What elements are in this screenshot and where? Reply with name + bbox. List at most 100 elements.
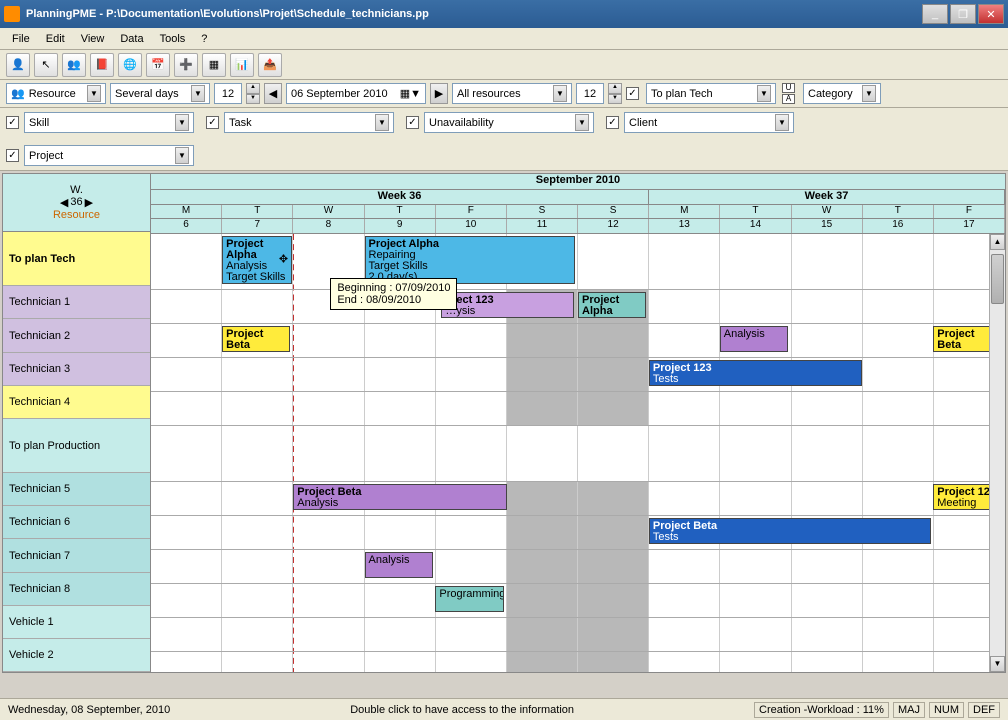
timeline-area[interactable]: September 2010 Week 36 Week 37 MTWTFSSMT… bbox=[151, 174, 1005, 672]
task-dropdown[interactable]: Task▼ bbox=[224, 112, 394, 133]
period-count-input[interactable] bbox=[214, 83, 242, 104]
toolbar-users-icon[interactable]: 👥 bbox=[62, 53, 86, 77]
resource-count-input[interactable] bbox=[576, 83, 604, 104]
menu-file[interactable]: File bbox=[4, 31, 38, 47]
status-workload: Creation -Workload : 11% bbox=[754, 702, 889, 718]
a-toggle[interactable]: A bbox=[782, 94, 795, 104]
task-checkbox[interactable]: ✓ bbox=[206, 116, 219, 129]
event-tech6-beta-tests[interactable]: Project BetaTests bbox=[649, 518, 931, 544]
event-toplan-alpha-repairing[interactable]: Project Alpha Repairing Target Skills 2.… bbox=[365, 236, 575, 284]
skill-dropdown[interactable]: Skill▼ bbox=[24, 112, 194, 133]
resource-row-toplan-prod[interactable]: To plan Production bbox=[3, 419, 150, 473]
toolbar-export-icon[interactable]: 📤 bbox=[258, 53, 282, 77]
toolbar-grid-icon[interactable]: ▦ bbox=[202, 53, 226, 77]
resource-row-tech8[interactable]: Technician 8 bbox=[3, 573, 150, 606]
label-filter-dropdown[interactable]: To plan Tech ▼ bbox=[646, 83, 776, 104]
resource-row-tech6[interactable]: Technician 6 bbox=[3, 506, 150, 539]
toolbar-add-calendar-icon[interactable]: ➕ bbox=[174, 53, 198, 77]
status-maj: MAJ bbox=[893, 702, 925, 718]
resource-dropdown[interactable]: 👥 Resource ▼ bbox=[6, 83, 106, 104]
u-toggle[interactable]: U bbox=[782, 83, 795, 93]
close-button[interactable]: ✕ bbox=[978, 4, 1004, 24]
project-dropdown[interactable]: Project▼ bbox=[24, 145, 194, 166]
event-tech3-proj123-tests[interactable]: Project 123Tests bbox=[649, 360, 863, 386]
app-icon bbox=[4, 6, 20, 22]
resource-row-tech5[interactable]: Technician 5 bbox=[3, 473, 150, 506]
day-number-cell: 16 bbox=[863, 219, 934, 233]
day-number-cell: 7 bbox=[222, 219, 293, 233]
menu-bar: File Edit View Data Tools ? bbox=[0, 28, 1008, 50]
next-week-button[interactable]: ▶ bbox=[85, 196, 93, 209]
minimize-button[interactable]: _ bbox=[922, 4, 948, 24]
resource-row-vehicle2[interactable]: Vehicle 2 bbox=[3, 639, 150, 672]
event-tech2-analysis[interactable]: Analysis bbox=[720, 326, 788, 352]
file-path: P:\Documentation\Evolutions\Projet\Sched… bbox=[106, 8, 429, 20]
menu-edit[interactable]: Edit bbox=[38, 31, 73, 47]
maximize-button[interactable]: ❐ bbox=[950, 4, 976, 24]
prev-week-button[interactable]: ◀ bbox=[60, 196, 68, 209]
day-letter-cell: T bbox=[222, 205, 293, 218]
scroll-thumb[interactable] bbox=[991, 254, 1004, 304]
resource-row-tech7[interactable]: Technician 7 bbox=[3, 539, 150, 572]
event-toplan-alpha-analysis[interactable]: Project Alpha Analysis Target Skills 2.0… bbox=[222, 236, 292, 284]
client-checkbox[interactable]: ✓ bbox=[606, 116, 619, 129]
skill-checkbox[interactable]: ✓ bbox=[6, 116, 19, 129]
label-filter-checkbox[interactable]: ✓ bbox=[626, 87, 639, 100]
toolbar-globe-icon[interactable]: 🌐 bbox=[118, 53, 142, 77]
chevron-down-icon: ▼ bbox=[757, 85, 771, 102]
title-bar: PlanningPME - P:\Documentation\Evolution… bbox=[0, 0, 1008, 28]
resource-row-tech4[interactable]: Technician 4 bbox=[3, 386, 150, 419]
toolbar-calendar-icon[interactable]: 📅 bbox=[146, 53, 170, 77]
scroll-up-button[interactable]: ▲ bbox=[990, 234, 1005, 250]
resource-row-tech1[interactable]: Technician 1 bbox=[3, 286, 150, 319]
day-letter-cell: W bbox=[293, 205, 364, 218]
scroll-down-button[interactable]: ▼ bbox=[990, 656, 1005, 672]
event-tech1-alpha-delivery[interactable]: Project AlphaDelivery bbox=[578, 292, 646, 318]
period-dropdown[interactable]: Several days ▼ bbox=[110, 83, 210, 104]
day-letter-cell: S bbox=[578, 205, 649, 218]
toolbar-book-icon[interactable]: 📕 bbox=[90, 53, 114, 77]
resource-spin-buttons[interactable]: ▲▼ bbox=[608, 83, 622, 104]
client-dropdown[interactable]: Client▼ bbox=[624, 112, 794, 133]
menu-view[interactable]: View bbox=[73, 31, 113, 47]
chevron-down-icon: ▼ bbox=[375, 114, 389, 131]
event-tech7-analysis[interactable]: Analysis bbox=[365, 552, 433, 578]
resource-row-vehicle1[interactable]: Vehicle 1 bbox=[3, 606, 150, 639]
resource-row-tech2[interactable]: Technician 2 bbox=[3, 319, 150, 352]
event-tech1-proj123[interactable]: …ect 123…ysis bbox=[441, 292, 573, 318]
resource-row-toplan-tech[interactable]: To plan Tech bbox=[3, 232, 150, 286]
resources-filter-dropdown[interactable]: All resources ▼ bbox=[452, 83, 572, 104]
toolbar-user-icon[interactable]: 👤 bbox=[6, 53, 30, 77]
resource-row-tech3[interactable]: Technician 3 bbox=[3, 353, 150, 386]
status-bar: Wednesday, 08 September, 2010 Double cli… bbox=[0, 698, 1008, 720]
menu-tools[interactable]: Tools bbox=[152, 31, 194, 47]
event-tech5-beta-analysis[interactable]: Project BetaAnalysis bbox=[293, 484, 507, 510]
unavailability-dropdown[interactable]: Unavailability▼ bbox=[424, 112, 594, 133]
chevron-down-icon: ▼ bbox=[553, 85, 567, 102]
toolbar-report-icon[interactable]: 📊 bbox=[230, 53, 254, 77]
day-letter-cell: W bbox=[792, 205, 863, 218]
grid-body[interactable]: Project Alpha Analysis Target Skills 2.0… bbox=[151, 234, 1005, 672]
schedule-grid: W. ◀36▶ Resource To plan Tech Technician… bbox=[2, 173, 1006, 673]
day-letter-cell: T bbox=[365, 205, 436, 218]
menu-data[interactable]: Data bbox=[112, 31, 151, 47]
prev-date-button[interactable]: ◀ bbox=[264, 83, 282, 104]
event-tech8-programming[interactable]: Programming bbox=[435, 586, 503, 612]
project-checkbox[interactable]: ✓ bbox=[6, 149, 19, 162]
chevron-down-icon: ▼ bbox=[862, 85, 876, 102]
date-field[interactable]: 06 September 2010 ▦▼ bbox=[286, 83, 426, 104]
week-37-header: Week 37 bbox=[649, 190, 1005, 204]
period-spin-buttons[interactable]: ▲▼ bbox=[246, 83, 260, 104]
status-hint: Double click to have access to the infor… bbox=[170, 704, 754, 716]
day-letter-cell: S bbox=[507, 205, 578, 218]
next-date-button[interactable]: ▶ bbox=[430, 83, 448, 104]
window-title: PlanningPME - P:\Documentation\Evolution… bbox=[26, 8, 922, 20]
category-dropdown[interactable]: Category ▼ bbox=[803, 83, 881, 104]
resource-column: W. ◀36▶ Resource To plan Tech Technician… bbox=[3, 174, 151, 672]
event-tech2-beta-appointment[interactable]: Project BetaAppointment bbox=[222, 326, 290, 352]
unavailability-checkbox[interactable]: ✓ bbox=[406, 116, 419, 129]
toolbar-cursor-icon[interactable]: ↖ bbox=[34, 53, 58, 77]
menu-help[interactable]: ? bbox=[193, 31, 215, 47]
day-letter-cell: M bbox=[151, 205, 222, 218]
vertical-scrollbar[interactable]: ▲ ▼ bbox=[989, 234, 1005, 672]
